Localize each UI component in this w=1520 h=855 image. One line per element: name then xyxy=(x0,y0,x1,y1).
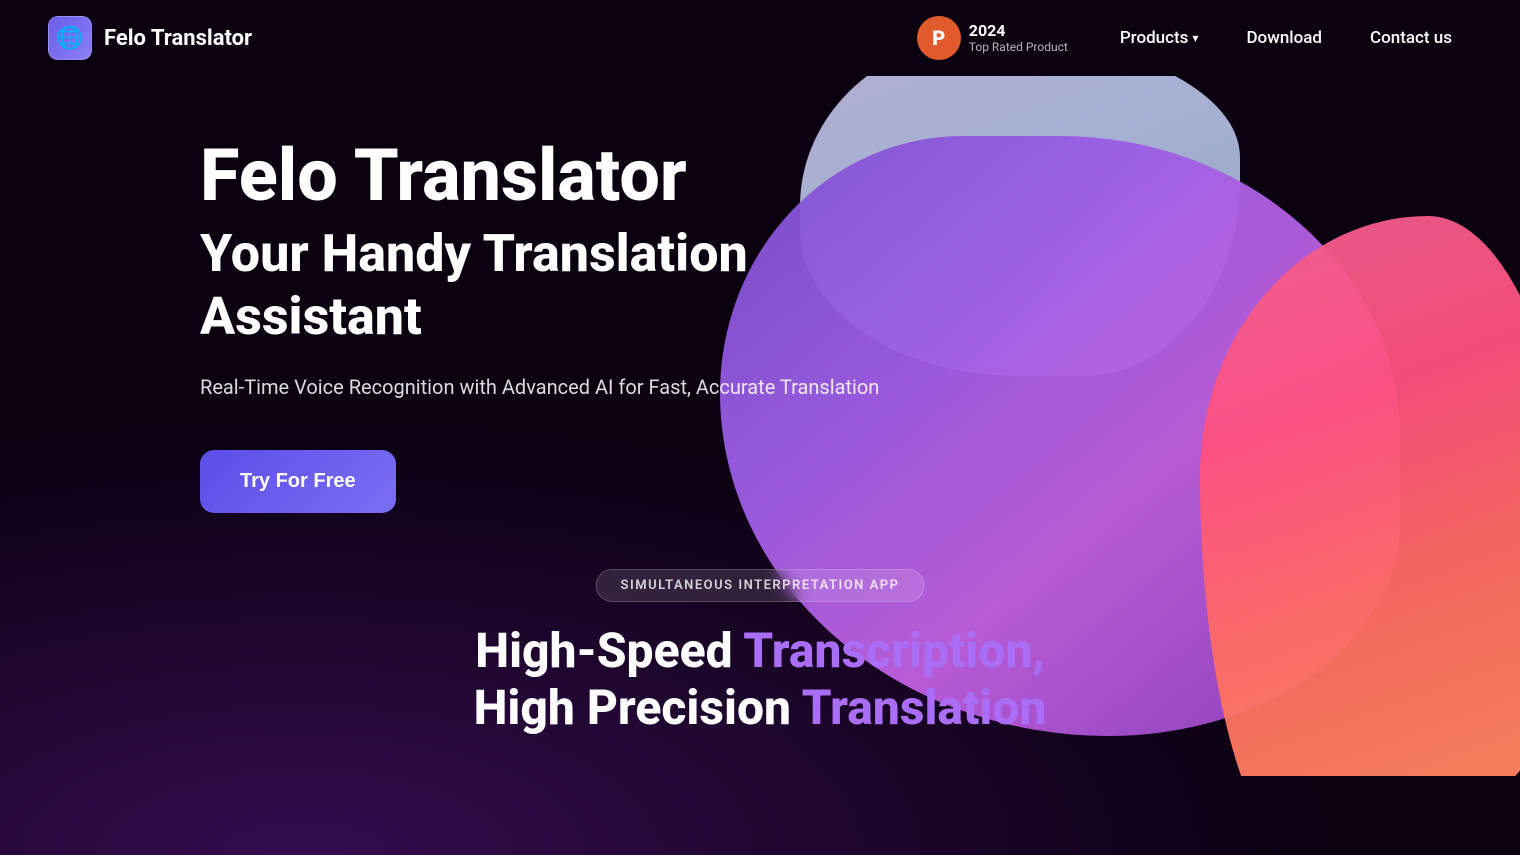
chevron-down-icon: ▾ xyxy=(1192,31,1198,45)
nav-products[interactable]: Products ▾ xyxy=(1100,16,1219,60)
brand-name: Felo Translator xyxy=(104,26,252,51)
brand-logo-group: 🌐 Felo Translator xyxy=(48,16,252,60)
hero-description: Real-Time Voice Recognition with Advance… xyxy=(200,372,880,402)
app-logo-icon: 🌐 xyxy=(48,16,92,60)
nav-contact[interactable]: Contact us xyxy=(1350,16,1472,60)
producthunt-icon: P xyxy=(917,16,961,60)
producthunt-label: Top Rated Product xyxy=(969,40,1068,54)
blob-pink xyxy=(1200,216,1520,776)
section-tag-area: SIMULTANEOUS INTERPRETATION APP High-Spe… xyxy=(474,569,1047,736)
hero-content: Felo Translator Your Handy Translation A… xyxy=(200,136,920,513)
section-heading: High-Speed Transcription, High Precision… xyxy=(474,622,1047,736)
producthunt-year: 2024 xyxy=(969,21,1068,40)
section-tag-pill: SIMULTANEOUS INTERPRETATION APP xyxy=(596,569,925,602)
try-for-free-button[interactable]: Try For Free xyxy=(200,450,396,513)
nav-links: P 2024 Top Rated Product Products ▾ Down… xyxy=(917,16,1472,60)
producthunt-text: 2024 Top Rated Product xyxy=(969,21,1068,55)
navbar: 🌐 Felo Translator P 2024 Top Rated Produ… xyxy=(0,0,1520,76)
hero-title-main: Felo Translator xyxy=(200,136,920,215)
section-heading-text4: Translation xyxy=(802,679,1047,736)
nav-download[interactable]: Download xyxy=(1226,16,1342,60)
section-heading-text1: High-Speed xyxy=(475,622,743,679)
hero-title-sub: Your Handy Translation Assistant xyxy=(200,223,920,348)
producthunt-badge: P 2024 Top Rated Product xyxy=(917,16,1068,60)
section-heading-text3: High Precision xyxy=(474,679,802,736)
section-heading-text2: Transcription, xyxy=(743,622,1044,679)
